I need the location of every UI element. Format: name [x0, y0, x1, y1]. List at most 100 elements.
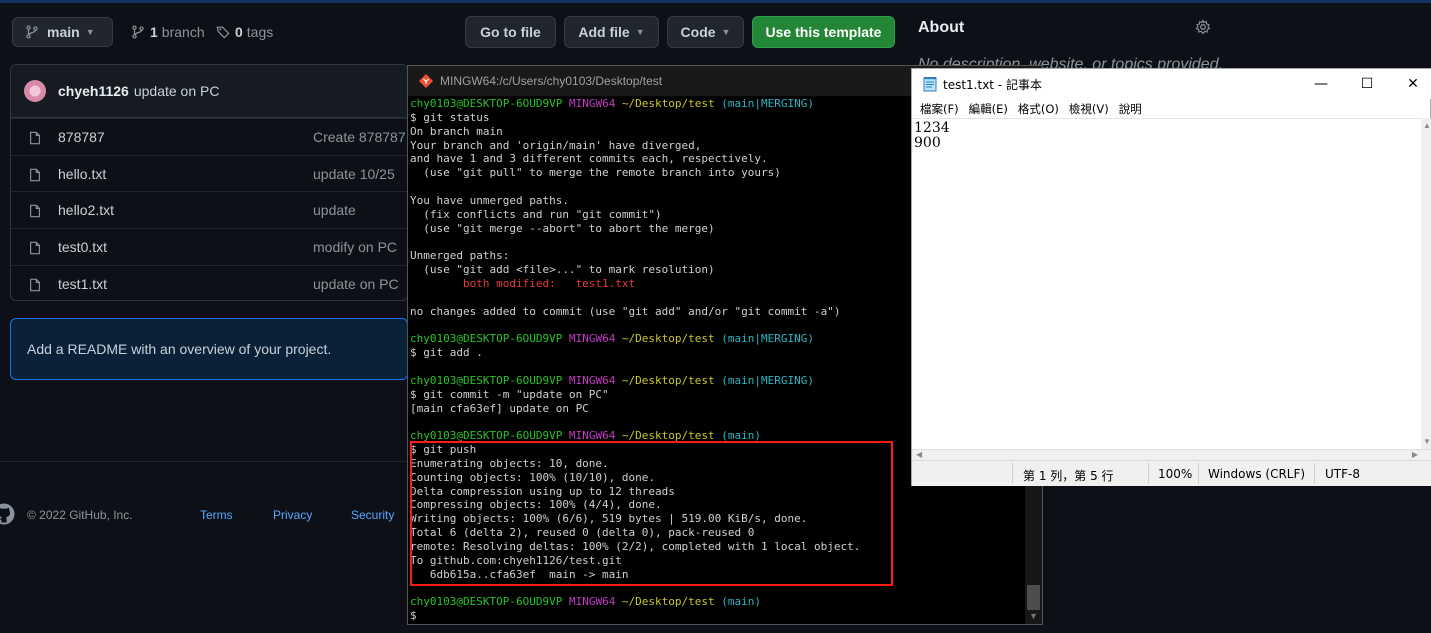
output-text: remote: Resolving deltas: 100% (2/2), co…	[410, 540, 861, 553]
output-text: On branch main	[410, 124, 503, 138]
prompt-path: ~/Desktop/test	[621, 332, 715, 346]
prompt-user-host: chy0103@DESKTOP-6OUD9VP	[410, 332, 563, 346]
tag-icon	[216, 26, 230, 39]
go-to-file-button[interactable]: Go to file	[465, 16, 556, 48]
github-logo-icon[interactable]	[0, 502, 16, 526]
file-name[interactable]: test0.txt	[58, 239, 107, 255]
add-readme-text: Add a README with an overview of your pr…	[27, 341, 332, 357]
minimize-button[interactable]: —	[1298, 69, 1344, 99]
prompt-shell: MINGW64	[568, 595, 616, 609]
output-text: no changes added to commit (use "git add…	[410, 304, 841, 318]
notepad-title-bar[interactable]: test1.txt - 記事本 — ☐ ✕	[912, 69, 1431, 99]
menu-file[interactable]: 檔案(F)	[920, 101, 959, 117]
chevron-up-icon[interactable]: ▲	[1423, 121, 1431, 130]
output-text: Enumerating objects: 10, done.	[410, 456, 609, 470]
code-button[interactable]: Code ▼	[667, 16, 744, 48]
prompt-user-host: chy0103@DESKTOP-6OUD9VP	[410, 373, 563, 387]
footer-divider	[0, 461, 408, 462]
file-commit-message[interactable]: update on PC	[313, 276, 399, 292]
terminal-line: chy0103@DESKTOP-6OUD9VP MINGW64 ~/Deskto…	[410, 595, 1024, 609]
prompt-path: ~/Desktop/test	[621, 373, 715, 387]
output-text: $	[410, 609, 424, 623]
status-divider	[1314, 463, 1315, 484]
footer-link-security[interactable]: Security	[351, 508, 394, 522]
prompt-branch: (main)	[721, 429, 762, 443]
branch-name: main	[47, 24, 80, 40]
terminal-title: MINGW64:/c/Users/chy0103/Desktop/test	[440, 74, 663, 88]
tag-count: 0	[235, 24, 243, 40]
use-template-button[interactable]: Use this template	[752, 16, 895, 48]
add-file-button[interactable]: Add file ▼	[564, 16, 659, 48]
status-divider	[1148, 463, 1149, 484]
table-row[interactable]: hello2.txt update	[11, 191, 407, 228]
notepad-window[interactable]: test1.txt - 記事本 — ☐ ✕ 檔案(F) 編輯(E) 格式(O) …	[911, 68, 1431, 486]
prompt-path: ~/Desktop/test	[621, 97, 715, 110]
avatar[interactable]	[24, 80, 46, 102]
scrollbar-thumb[interactable]	[1027, 585, 1040, 610]
file-name[interactable]: test1.txt	[58, 276, 107, 292]
menu-format[interactable]: 格式(O)	[1018, 101, 1059, 117]
latest-commit-bar: chyeh1126 update on PC	[11, 65, 407, 118]
notepad-icon	[923, 77, 937, 92]
file-name[interactable]: hello2.txt	[58, 202, 114, 218]
file-commit-message[interactable]: modify on PC	[313, 239, 397, 255]
prompt-branch: (main|MERGING)	[721, 97, 814, 110]
table-row[interactable]: test1.txt update on PC	[11, 264, 407, 300]
prompt-shell: MINGW64	[568, 332, 616, 346]
add-readme-banner[interactable]: Add a README with an overview of your pr…	[10, 318, 408, 380]
terminal-line: remote: Resolving deltas: 100% (2/2), co…	[410, 540, 1024, 554]
footer-link-privacy[interactable]: Privacy	[273, 508, 312, 522]
table-row[interactable]: 878787 Create 878787	[11, 118, 407, 155]
maximize-button[interactable]: ☐	[1344, 69, 1390, 99]
output-text: $ git push	[410, 443, 477, 457]
table-row[interactable]: hello.txt update 10/25	[11, 154, 407, 192]
line-ending: Windows (CRLF)	[1208, 467, 1306, 481]
chevron-right-icon[interactable]: ▶	[1412, 450, 1418, 459]
table-row[interactable]: test0.txt modify on PC	[11, 228, 407, 265]
file-icon	[30, 205, 40, 218]
file-name[interactable]: hello.txt	[58, 166, 106, 182]
tags-link[interactable]: 0 tags	[216, 24, 273, 40]
gear-icon[interactable]	[1195, 19, 1211, 35]
branches-link[interactable]: 1 branch	[131, 24, 205, 40]
file-commit-message[interactable]: update 10/25	[313, 166, 395, 182]
chevron-left-icon[interactable]: ◀	[916, 450, 922, 459]
close-icon: ✕	[1407, 76, 1419, 92]
output-text: Writing objects: 100% (6/6), 519 bytes |…	[410, 512, 808, 526]
about-heading: About	[918, 19, 965, 36]
prompt-branch: (main)	[721, 595, 762, 609]
unmerged-file-line: both modified: test1.txt	[410, 276, 636, 290]
output-text: $ git status	[410, 110, 490, 124]
notepad-text-area[interactable]: 1234 900	[912, 118, 1421, 449]
prompt-shell: MINGW64	[568, 373, 616, 387]
commit-message[interactable]: update on PC	[134, 83, 220, 99]
output-text: $ git commit -m "update on PC"	[410, 387, 609, 401]
chevron-down-icon[interactable]: ▼	[1423, 437, 1431, 446]
commit-author[interactable]: chyeh1126	[58, 83, 129, 99]
menu-edit[interactable]: 編輯(E)	[969, 101, 1008, 117]
notepad-vertical-scrollbar[interactable]: ▲ ▼	[1421, 118, 1431, 449]
prompt-path: ~/Desktop/test	[621, 595, 715, 609]
notepad-horizontal-scrollbar[interactable]: ◀ ▶	[912, 449, 1431, 460]
file-commit-message[interactable]: update	[313, 202, 356, 218]
menu-help[interactable]: 說明	[1119, 101, 1142, 117]
chevron-down-icon[interactable]: ▼	[1029, 611, 1038, 621]
branch-selector[interactable]: main ▼	[12, 17, 113, 47]
footer-link-terms[interactable]: Terms	[200, 508, 233, 522]
output-text: Compressing objects: 100% (4/4), done.	[410, 498, 662, 512]
file-commit-message[interactable]: Create 878787	[313, 129, 406, 145]
menu-view[interactable]: 檢視(V)	[1069, 101, 1109, 117]
output-text: and have 1 and 3 different commits each,…	[410, 152, 768, 166]
close-button[interactable]: ✕	[1390, 69, 1431, 99]
file-name[interactable]: 878787	[58, 129, 105, 145]
prompt-user-host: chy0103@DESKTOP-6OUD9VP	[410, 595, 563, 609]
output-text: (use "git pull" to merge the remote bran…	[410, 166, 781, 180]
